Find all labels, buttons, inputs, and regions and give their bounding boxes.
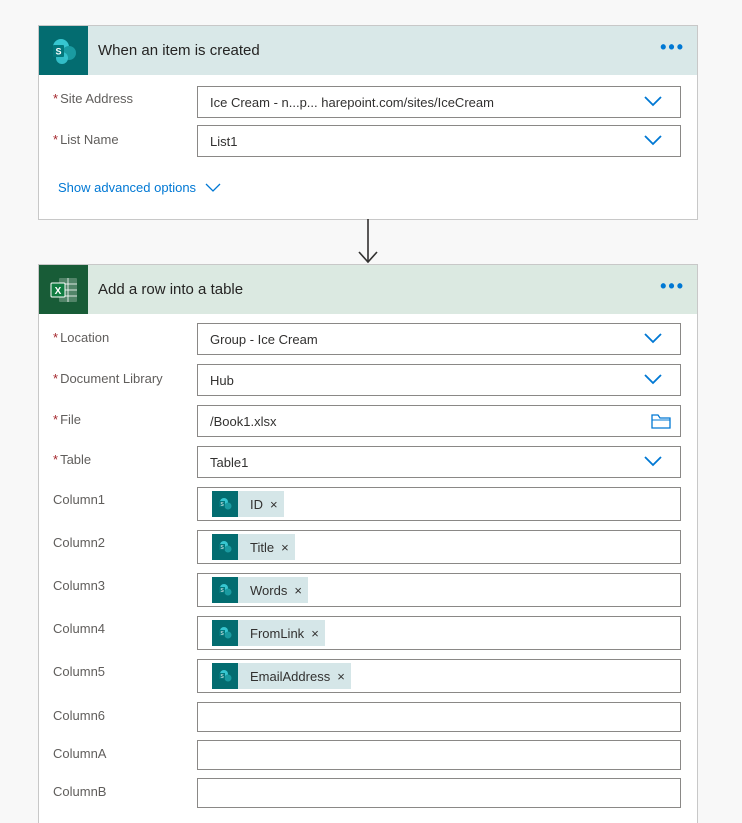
document-library-dropdown[interactable]: Hub	[197, 364, 681, 396]
chevron-down-icon[interactable]	[644, 134, 662, 146]
file-label: * File	[53, 412, 81, 427]
columnA-label: ColumnA	[53, 746, 107, 761]
list-name-dropdown[interactable]: List1	[197, 125, 681, 157]
column6-input[interactable]	[197, 702, 681, 732]
action-more-menu-icon[interactable]: •••	[660, 277, 685, 295]
required-marker: *	[53, 330, 59, 345]
chevron-down-icon[interactable]	[644, 373, 662, 385]
trigger-card: S When an item is created ••• * Site Addr…	[38, 25, 698, 220]
column3-input[interactable]: S Words ×	[197, 573, 681, 607]
column5-input[interactable]: S EmailAddress ×	[197, 659, 681, 693]
columnA-input[interactable]	[197, 740, 681, 770]
column3-label: Column3	[53, 578, 106, 593]
list-name-value: List1	[210, 134, 238, 149]
column6-label: Column6	[53, 708, 106, 723]
column1-label: Column1	[53, 492, 106, 507]
sharepoint-icon: S	[212, 491, 238, 517]
file-label-text: File	[60, 412, 82, 427]
trigger-title: When an item is created	[98, 42, 260, 59]
dynamic-content-token[interactable]: S FromLink ×	[212, 620, 325, 646]
show-advanced-options-link[interactable]: Show advanced options	[58, 180, 221, 195]
action-card: X Add a row into a table ••• * Location G…	[38, 264, 698, 823]
document-library-value: Hub	[210, 373, 234, 388]
document-library-label: * Document Library	[53, 371, 163, 386]
action-title: Add a row into a table	[98, 281, 244, 298]
required-marker: *	[53, 132, 59, 147]
site-address-value: Ice Cream - n...p... harepoint.com/sites…	[210, 95, 494, 110]
column2-input[interactable]: S Title ×	[197, 530, 681, 564]
action-header[interactable]: X Add a row into a table •••	[39, 265, 697, 314]
table-value: Table1	[210, 455, 249, 470]
sharepoint-icon: S	[39, 26, 88, 75]
dynamic-content-token[interactable]: S EmailAddress ×	[212, 663, 351, 689]
svg-text:X: X	[54, 286, 61, 297]
columnB-label: ColumnB	[53, 784, 107, 799]
site-address-dropdown[interactable]: Ice Cream - n...p... harepoint.com/sites…	[197, 86, 681, 118]
site-address-label: * Site Address	[53, 91, 133, 106]
sharepoint-icon: S	[212, 534, 238, 560]
file-picker-field[interactable]: /Book1.xlsx	[197, 405, 681, 437]
svg-text:S: S	[55, 46, 61, 56]
sharepoint-icon: S	[212, 577, 238, 603]
file-value: /Book1.xlsx	[210, 414, 277, 429]
arrow-down-icon	[358, 219, 378, 264]
token-label: Title	[250, 539, 275, 555]
required-marker: *	[53, 412, 59, 427]
remove-token-icon[interactable]: ×	[311, 626, 319, 641]
column5-label: Column5	[53, 664, 106, 679]
chevron-down-icon[interactable]	[644, 332, 662, 344]
location-label-text: Location	[60, 330, 110, 345]
trigger-header[interactable]: S When an item is created •••	[39, 26, 697, 75]
column4-label: Column4	[53, 621, 106, 636]
table-label-text: Table	[60, 452, 92, 467]
token-label: FromLink	[250, 625, 305, 641]
show-advanced-options-label: Show advanced options	[58, 180, 197, 195]
remove-token-icon[interactable]: ×	[337, 669, 345, 684]
token-label: ID	[250, 496, 263, 512]
list-name-label: * List Name	[53, 132, 119, 147]
required-marker: *	[53, 452, 59, 467]
dynamic-content-token[interactable]: S ID ×	[212, 491, 284, 517]
table-dropdown[interactable]: Table1	[197, 446, 681, 478]
sharepoint-icon: S	[212, 620, 238, 646]
folder-icon[interactable]	[651, 413, 671, 429]
dynamic-content-token[interactable]: S Words ×	[212, 577, 308, 603]
location-label: * Location	[53, 330, 109, 345]
trigger-more-menu-icon[interactable]: •••	[660, 38, 685, 56]
list-name-label-text: List Name	[60, 132, 119, 147]
token-label: Words	[250, 582, 288, 598]
remove-token-icon[interactable]: ×	[270, 497, 278, 512]
token-label: EmailAddress	[250, 668, 331, 684]
location-dropdown[interactable]: Group - Ice Cream	[197, 323, 681, 355]
column2-label: Column2	[53, 535, 106, 550]
document-library-label-text: Document Library	[60, 371, 163, 386]
location-value: Group - Ice Cream	[210, 332, 318, 347]
excel-icon: X	[39, 265, 88, 314]
column4-input[interactable]: S FromLink ×	[197, 616, 681, 650]
remove-token-icon[interactable]: ×	[281, 540, 289, 555]
table-label: * Table	[53, 452, 91, 467]
chevron-down-icon	[205, 183, 221, 192]
column1-input[interactable]: S ID ×	[197, 487, 681, 521]
chevron-down-icon[interactable]	[644, 455, 662, 467]
required-marker: *	[53, 371, 59, 386]
required-marker: *	[53, 91, 59, 106]
chevron-down-icon[interactable]	[644, 95, 662, 107]
columnB-input[interactable]	[197, 778, 681, 808]
site-address-label-text: Site Address	[60, 91, 134, 106]
sharepoint-icon: S	[212, 663, 238, 689]
remove-token-icon[interactable]: ×	[294, 583, 302, 598]
dynamic-content-token[interactable]: S Title ×	[212, 534, 295, 560]
